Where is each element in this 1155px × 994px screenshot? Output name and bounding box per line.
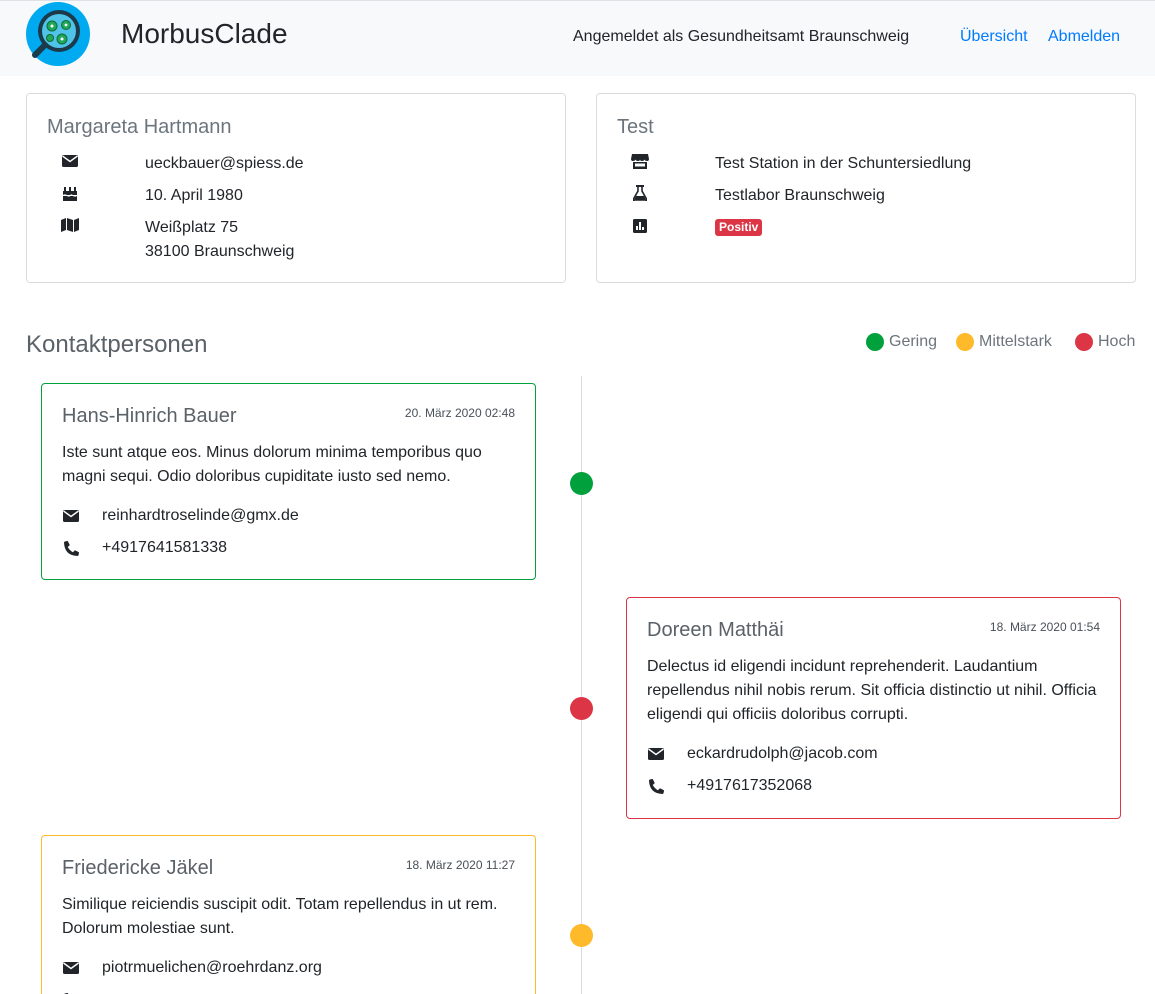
- timeline-dot-high: [570, 697, 593, 720]
- contact-email: piotrmuelichen@roehrdanz.org: [102, 959, 322, 976]
- test-card: Test Test Station in der Schuntersiedlun…: [596, 93, 1136, 283]
- chart-icon: [631, 217, 649, 235]
- patient-email: ueckbauer@spiess.de: [145, 155, 304, 172]
- contact-description: Delectus id eligendi incidunt reprehende…: [647, 658, 1097, 723]
- morbusclade-logo-icon[interactable]: [26, 2, 90, 66]
- contact-description: Similique reiciendis suscipit odit. Tota…: [62, 896, 498, 937]
- legend-label-medium: Mittelstark: [979, 333, 1052, 350]
- envelope-icon: [62, 507, 80, 525]
- store-icon: [631, 152, 649, 170]
- brand-title[interactable]: MorbusClade: [121, 18, 288, 50]
- contacts-section-title: Kontaktpersonen: [26, 331, 208, 358]
- patient-card: Margareta Hartmann ueckbauer@spiess.de 1…: [26, 93, 566, 283]
- timeline-line: [581, 376, 582, 994]
- contact-description: Iste sunt atque eos. Minus dolorum minim…: [62, 444, 482, 485]
- legend-dot-medium: [956, 333, 974, 351]
- timeline-dot-medium: [570, 924, 593, 947]
- legend-label-low: Gering: [889, 333, 938, 350]
- test-title: Test: [617, 116, 654, 138]
- birthday-cake-icon: [61, 184, 79, 202]
- phone-icon: [62, 539, 80, 557]
- contact-name: Doreen Matthäi: [647, 619, 784, 641]
- contact-email: eckardrudolph@jacob.com: [687, 745, 878, 762]
- contact-email: reinhardtroselinde@gmx.de: [102, 507, 299, 524]
- legend-dot-low: [866, 333, 884, 351]
- patient-address-line1: Weißplatz 75: [145, 219, 239, 236]
- flask-icon: [631, 184, 649, 202]
- nav-link-logout[interactable]: Abmelden: [1048, 28, 1120, 46]
- legend-item-high: Hoch: [1075, 333, 1135, 351]
- patient-birthday: 10. April 1980: [145, 187, 243, 204]
- legend-item-medium: Mittelstark: [956, 333, 1052, 351]
- patient-name: Margareta Hartmann: [47, 116, 232, 138]
- legend-label-high: Hoch: [1098, 333, 1136, 350]
- envelope-icon: [62, 959, 80, 977]
- map-icon: [61, 216, 79, 234]
- navbar: MorbusClade Angemeldet als Gesundheitsam…: [0, 0, 1155, 76]
- patient-address-line2: 38100 Braunschweig: [145, 243, 295, 260]
- phone-icon: [647, 777, 665, 795]
- logged-in-status: Angemeldet als Gesundheitsamt Braunschwe…: [573, 28, 910, 45]
- contact-card[interactable]: Hans-Hinrich Bauer 20. März 2020 02:48 I…: [41, 383, 536, 580]
- test-station: Test Station in der Schuntersiedlung: [715, 155, 972, 172]
- test-lab: Testlabor Braunschweig: [715, 187, 885, 204]
- contact-card[interactable]: Doreen Matthäi 18. März 2020 01:54 Delec…: [626, 597, 1121, 819]
- contact-date: 20. März 2020 02:48: [404, 406, 515, 420]
- contact-name: Hans-Hinrich Bauer: [62, 405, 237, 427]
- contact-card[interactable]: Friedericke Jäkel 18. März 2020 11:27 Si…: [41, 835, 536, 994]
- contact-phone: +4917617352068: [687, 777, 813, 794]
- envelope-icon: [647, 745, 665, 763]
- timeline-dot-low: [570, 472, 593, 495]
- legend-item-low: Gering: [866, 333, 937, 351]
- contact-date: 18. März 2020 11:27: [405, 858, 515, 872]
- contact-date: 18. März 2020 01:54: [989, 620, 1100, 634]
- envelope-icon: [61, 152, 79, 170]
- test-result-badge: Positiv: [715, 219, 763, 236]
- contact-phone: +4917641581338: [102, 539, 228, 556]
- legend-dot-high: [1075, 333, 1093, 351]
- nav-link-overview[interactable]: Übersicht: [960, 28, 1028, 46]
- contact-name: Friedericke Jäkel: [62, 857, 214, 879]
